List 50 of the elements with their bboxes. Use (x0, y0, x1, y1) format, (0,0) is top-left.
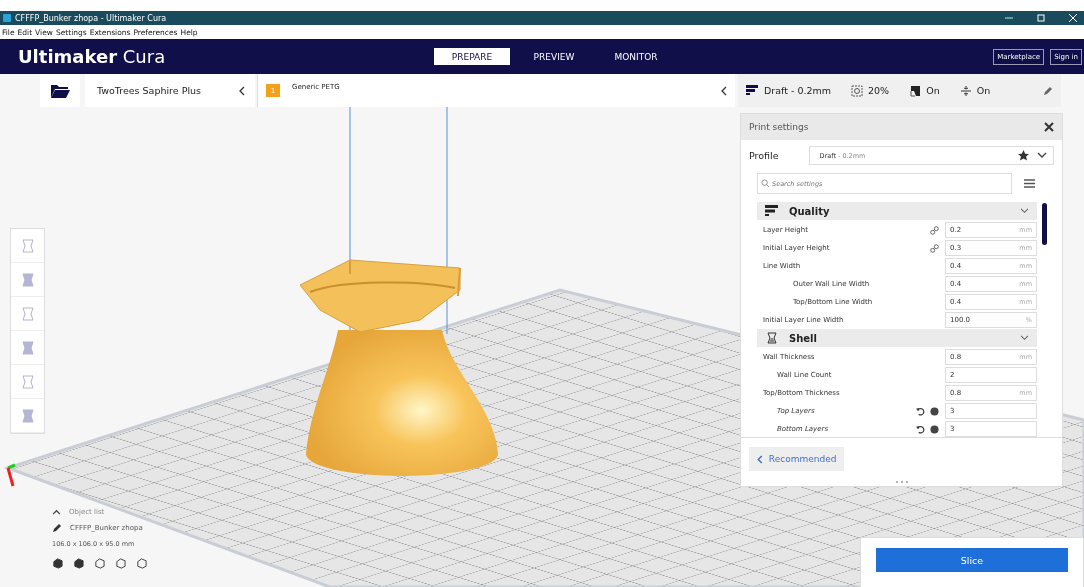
model-tool-icon (19, 373, 36, 390)
profile-label: Profile (749, 150, 779, 161)
window-title: CFFFP_Bunker zhopa - Ultimaker Cura (15, 13, 167, 23)
flask-icon (765, 332, 779, 344)
pencil-icon (1043, 85, 1053, 96)
chevron-down-icon (1037, 152, 1047, 159)
pencil-icon (52, 523, 62, 533)
stage-tab[interactable]: PREVIEW (516, 48, 592, 65)
view-cube-icon[interactable] (52, 558, 63, 569)
recommended-button[interactable]: Recommended (749, 447, 845, 471)
print-setup-selector[interactable]: Draft - 0.2mm 20% On On (738, 74, 1061, 107)
app-icon (3, 14, 11, 22)
app-logo: Ultimaker Cura (18, 46, 167, 67)
close-icon[interactable] (1044, 122, 1054, 132)
link-icon (930, 243, 939, 253)
link-icon (930, 225, 939, 235)
search-icon (761, 179, 770, 188)
scrollbar-thumb[interactable] (1042, 203, 1047, 245)
view-cube-icon[interactable] (115, 558, 126, 569)
view-cube-icon[interactable] (94, 558, 105, 569)
infill-icon (851, 84, 864, 97)
folder-icon (50, 82, 70, 99)
model-tool-icon (19, 339, 36, 356)
chevron-up-icon[interactable] (52, 509, 61, 515)
model-tool-icon (19, 407, 36, 424)
chevron-left-icon (721, 85, 727, 96)
slice-button[interactable]: Slice (876, 548, 1068, 572)
model-tool-icon (19, 237, 36, 254)
quality-icon (746, 85, 759, 96)
stage-tab[interactable]: MONITOR (598, 48, 674, 65)
chevron-down-icon (1020, 208, 1029, 214)
support-icon (909, 84, 922, 97)
model-tool-icon (19, 305, 36, 322)
chevron-left-icon (239, 85, 245, 96)
star-icon (1018, 150, 1029, 161)
stage-tab[interactable]: PREPARE (434, 48, 510, 65)
printer-selector[interactable]: TwoTrees Saphire Plus (85, 74, 255, 107)
category-header[interactable]: Quality (757, 202, 1037, 220)
restore-icon[interactable] (1036, 13, 1046, 23)
chevron-left-icon (757, 455, 763, 464)
category-header[interactable]: Shell (757, 329, 1037, 347)
quality-icon (765, 205, 779, 217)
adhesion-icon (959, 84, 972, 97)
open-file-button[interactable] (40, 74, 80, 107)
panel-title: Print settings (749, 122, 809, 132)
view-cube-icon[interactable] (73, 558, 84, 569)
resize-handle-icon[interactable] (894, 480, 909, 484)
view-cube-icon[interactable] (136, 558, 147, 569)
menu-icon[interactable] (1024, 179, 1035, 188)
chevron-down-icon (1020, 335, 1029, 341)
